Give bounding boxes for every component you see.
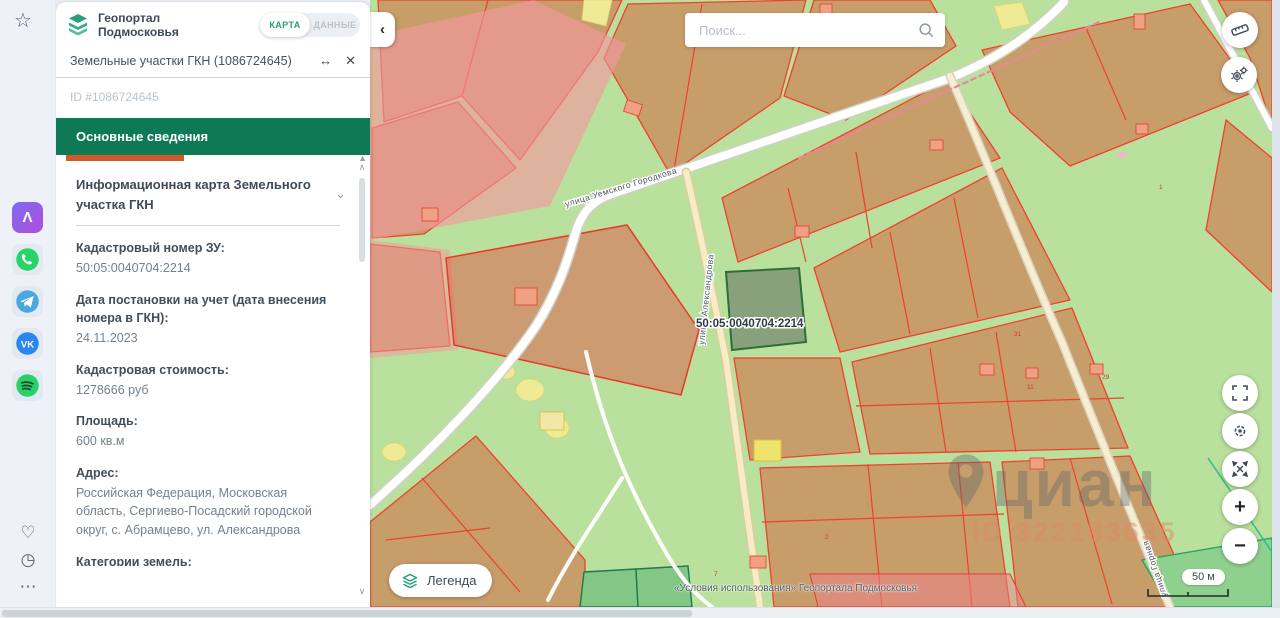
street-label: улица Уемского Городкова bbox=[564, 165, 678, 209]
parcel-number: 29 bbox=[1102, 374, 1110, 381]
collapse-panel-button[interactable]: ‹ bbox=[370, 12, 395, 47]
field-address: Адрес: Российская Федерация, Московская … bbox=[76, 464, 340, 540]
fullscreen-icon bbox=[1231, 384, 1249, 402]
star-icon[interactable]: ☆ bbox=[14, 8, 32, 33]
more-ellipsis-icon[interactable]: ⋯ bbox=[20, 578, 37, 595]
parcel-number: 11 bbox=[1027, 384, 1034, 391]
app-title: Геопортал Подмосковья bbox=[98, 11, 260, 40]
zoom-in-button[interactable]: + bbox=[1222, 489, 1258, 525]
legend-label: Легенда bbox=[427, 573, 476, 588]
search-input[interactable] bbox=[699, 23, 917, 38]
toggle-map-tab[interactable]: КАРТА bbox=[260, 13, 310, 37]
field-land-category: Категории земель: Земли населенных пункт… bbox=[76, 553, 340, 566]
geolocation-button[interactable] bbox=[1222, 413, 1258, 449]
zoom-out-button[interactable]: − bbox=[1222, 528, 1258, 564]
selected-parcel-label: 50:05:0040704:2214 bbox=[696, 318, 804, 330]
heart-icon[interactable]: ♡ bbox=[20, 524, 35, 541]
chevron-down-icon[interactable]: ⌄ bbox=[335, 184, 346, 204]
browser-side-dock: ☆ Λ VK ♡ ◷ ⋯ bbox=[0, 0, 56, 607]
field-cadastral-number: Кадастровый номер ЗУ: 50:05:0040704:2214 bbox=[76, 239, 340, 278]
scrollbar-down-icon[interactable]: ∨ bbox=[356, 586, 368, 597]
search-icon[interactable] bbox=[917, 21, 935, 39]
geolocation-target-icon bbox=[1231, 422, 1249, 440]
violet-app-icon[interactable]: Λ bbox=[12, 202, 43, 233]
info-panel: Геопортал Подмосковья КАРТА ДАННЫЕ Земел… bbox=[56, 2, 370, 607]
measure-ruler-button[interactable] bbox=[1222, 12, 1258, 48]
map-canvas[interactable]: улица Уемского Городкова улица Александр… bbox=[370, 0, 1272, 607]
field-cadastral-value: Кадастровая стоимость: 1278666 руб bbox=[76, 361, 340, 400]
layer-title: Земельные участки ГКН (1086724645) bbox=[70, 54, 306, 68]
horizontal-scrollbar[interactable] bbox=[0, 607, 1280, 618]
selected-parcel-polygon[interactable] bbox=[726, 268, 806, 350]
map-attribution: «Условия использования» Геопортала Подмо… bbox=[674, 583, 917, 594]
parcel-number: 2 bbox=[825, 534, 829, 541]
resize-arrows-icon[interactable]: ↔ bbox=[319, 54, 332, 67]
history-clock-icon[interactable]: ◷ bbox=[21, 551, 36, 568]
parcel-number: 1 bbox=[1159, 184, 1163, 191]
map-layers[interactable]: улица Уемского Городкова улица Александр… bbox=[370, 0, 1272, 607]
map-data-toggle[interactable]: КАРТА ДАННЫЕ bbox=[260, 13, 360, 37]
active-tab-indicator bbox=[66, 155, 184, 161]
gears-icon bbox=[1229, 65, 1249, 85]
layers-icon bbox=[401, 573, 419, 589]
search-bar[interactable] bbox=[685, 13, 945, 47]
telegram-icon[interactable] bbox=[12, 286, 43, 317]
vk-icon[interactable]: VK bbox=[12, 328, 43, 359]
field-registration-date: Дата постановки на учет (дата внесения н… bbox=[76, 291, 340, 348]
horizontal-scrollbar-thumb[interactable] bbox=[2, 610, 692, 617]
scale-label: 50 м bbox=[1182, 569, 1225, 585]
expand-arrows-icon bbox=[1231, 460, 1249, 478]
legend-button[interactable]: Легенда bbox=[389, 564, 492, 597]
parcel-number: 31 bbox=[1014, 331, 1022, 338]
card-title: Информационная карта Земельного участка … bbox=[76, 175, 340, 215]
close-icon[interactable]: ✕ bbox=[345, 54, 356, 67]
panel-scrollbar[interactable]: ∧ ∨ bbox=[356, 162, 368, 597]
scrollbar-up-icon[interactable]: ∧ bbox=[356, 162, 368, 173]
whatsapp-icon[interactable] bbox=[12, 244, 43, 275]
settings-gears-button[interactable] bbox=[1221, 57, 1257, 93]
object-id: ID #1086724645 bbox=[56, 78, 370, 112]
fullscreen-button[interactable] bbox=[1222, 375, 1258, 411]
section-header-tab[interactable]: Основные сведения bbox=[56, 118, 370, 155]
scale-bar bbox=[1146, 588, 1230, 598]
parcel-number: 7 bbox=[714, 571, 718, 578]
window-right-edge bbox=[1272, 0, 1280, 607]
spotify-icon[interactable] bbox=[12, 370, 43, 401]
field-area: Площадь: 600 кв.м bbox=[76, 412, 340, 451]
toggle-data-tab[interactable]: ДАННЫЕ bbox=[310, 13, 360, 37]
ruler-icon bbox=[1230, 20, 1250, 40]
svg-text:VK: VK bbox=[21, 339, 34, 350]
geoportal-logo-icon bbox=[64, 12, 92, 38]
scrollbar-thumb[interactable] bbox=[359, 178, 365, 262]
panel-content: Информационная карта Земельного участка … bbox=[56, 162, 370, 566]
pan-expand-button[interactable] bbox=[1222, 451, 1258, 487]
